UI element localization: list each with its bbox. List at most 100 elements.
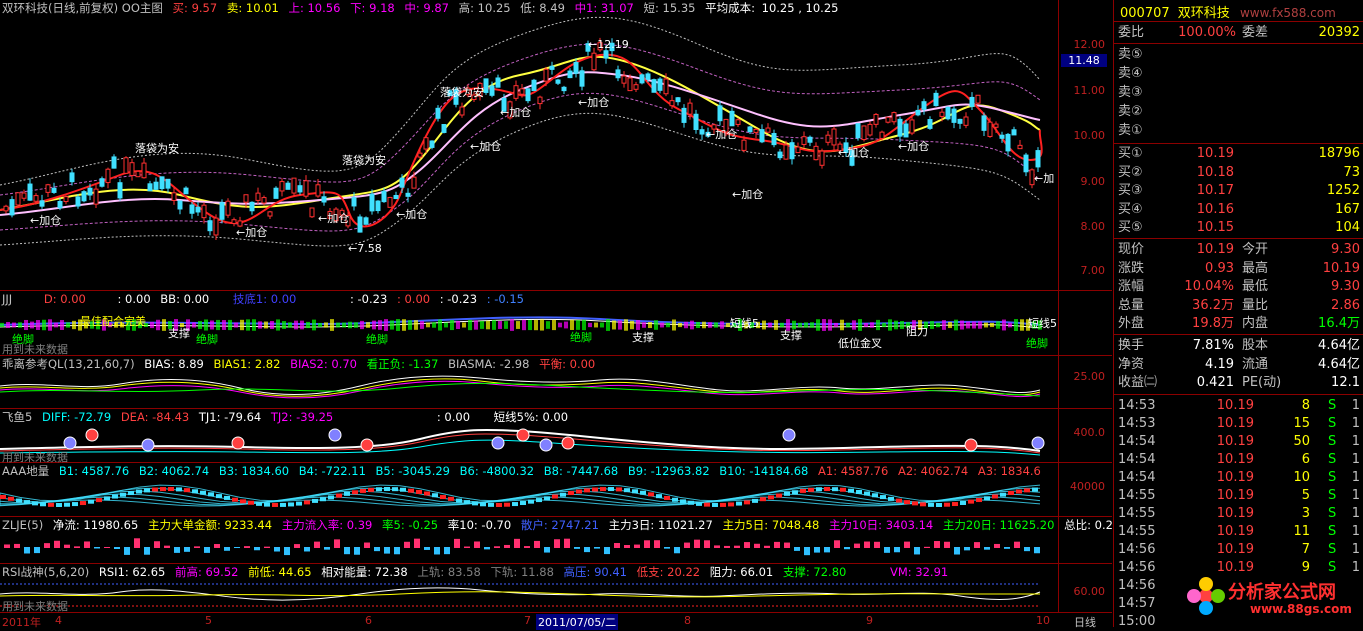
tick-price: 10.19 [1216,506,1254,521]
zlje-bar [414,538,420,548]
jjj-bar [1020,319,1024,331]
tick-count: 1 [1351,452,1360,467]
candle-body [633,84,639,90]
candle-body [147,183,153,192]
weibi-value: 100.00% [1178,25,1236,40]
stat-value: 16.4万 [1318,316,1360,331]
candle-body [363,217,369,225]
aaa-mark [328,495,334,500]
tick-side: S [1328,398,1337,413]
date-period[interactable]: 日线 [1074,614,1096,630]
stat-value: 0.421 [1196,375,1234,390]
aaa-mark [224,495,230,500]
tick-side: S [1328,542,1337,557]
price-tick: 7.00 [1080,264,1106,277]
zlje-bar [44,543,50,548]
jjj-bar [306,321,310,329]
aaa-mark [1016,489,1022,494]
buy-label: 买② [1118,164,1143,180]
candle-body [831,128,837,146]
tick-row: 14:54 10.19 50 S 1 [1114,433,1363,451]
stat-label: 换手 [1118,338,1145,353]
jjj-bar [156,319,160,331]
date-month-7: 7 [524,614,531,627]
candle-body [657,78,663,91]
jjj-bar [318,322,322,328]
aaa-mark [208,492,214,497]
zlje-bar [774,541,780,548]
jjj-bar [1002,319,1006,331]
tick-side: S [1328,452,1337,467]
zlje-bar [954,547,960,555]
fly-ball [231,436,245,450]
jjj-bar [546,321,550,329]
zlje-bar [854,543,860,548]
aaa-mark [248,500,254,505]
date-axis: 2011年 4 5 6 7 2011/07/05/二 8 9 10 日线 [0,612,1112,630]
tick-row: 14:55 10.19 11 S 1 [1114,523,1363,541]
candle-body [621,75,627,84]
candle-body [981,115,987,131]
aaa-panel[interactable]: AAA地量 B1: 4587.76 B2: 4062.74 B3: 1834.6… [0,463,1058,516]
band-outer-top [0,16,1041,186]
jjj-bar [642,322,646,328]
jjj-bar [600,322,604,328]
aaa-mark [1032,487,1038,492]
jjj-bar [426,322,430,328]
zlje-panel[interactable]: ZLJE(5) 净流: 11980.65 主力大单金额: 9233.44 主力流… [0,517,1113,563]
aaa-mark [848,488,854,493]
aaa-mark [616,487,622,492]
aaa-mark [560,492,566,497]
zlje-bar [274,547,280,552]
zlje-bar [474,541,480,548]
main-chart-panel[interactable]: 双环科技(日线,前复权) OO主图 买: 9.57 卖: 10.01 上: 10… [0,0,1058,290]
aaa-mark [184,488,190,493]
jjj-bar [624,319,628,331]
zlje-bar [564,538,570,548]
candle-body [207,220,213,232]
jjj-bar [858,319,862,331]
aaa-mark [136,489,142,494]
aaa-mark [464,500,470,505]
tick-time: 14:56 [1118,542,1156,557]
candle-body [681,107,687,123]
candle-body [825,134,831,143]
fly-panel[interactable]: 飞鱼5 DIFF: -72.79 DEA: -84.43 TJ1: -79.64… [0,409,1058,464]
zlje-bar [54,540,60,548]
tick-price: 10.19 [1216,542,1254,557]
candle-body [201,204,207,219]
jjj-bar [1014,319,1018,331]
fly-ball [491,436,505,450]
jjj-bar [654,320,658,330]
aaa-mark [288,502,294,507]
candle-body [9,199,15,216]
aaa-mark [888,496,894,501]
jjj-bar [540,319,544,331]
aaa-mark [720,502,726,507]
zlje-bar [404,541,410,548]
jjj-jue-3: 绝脚 [366,333,388,346]
jjj-bar [354,322,358,328]
sep [1114,334,1363,335]
tick-time: 14:54 [1118,452,1156,467]
bias-panel[interactable]: 乖离参考QL(13,21,60,7) BIAS: 8.89 BIAS1: 2.8… [0,356,1058,408]
stat-value: 10.04% [1184,279,1234,294]
weicha-label: 委差 [1242,25,1269,40]
zlje-bar [604,547,610,555]
aaa-mark [72,502,78,507]
candle-body [75,196,81,207]
candle-body [69,172,75,183]
jjj-panel[interactable]: JJJ D: 0.00 : 0.00 BB: 0.00 技底1: 0.00 : … [0,291,1058,356]
zlje-bar [504,544,510,548]
aaa-mark [480,502,486,507]
rsi-panel[interactable]: RSI战神(5,6,20) RSI1: 62.65 前高: 69.52 前低: … [0,564,1058,613]
logo-flower-icon [1187,577,1225,615]
jjj-bar [462,322,466,328]
jjj-bar [468,319,472,331]
aaa-mark [816,487,822,492]
aaa-mark [784,491,790,496]
jjj-bar [942,320,946,330]
jjj-bar [708,322,712,328]
jjj-bar [378,320,382,330]
candle-body [399,177,405,188]
